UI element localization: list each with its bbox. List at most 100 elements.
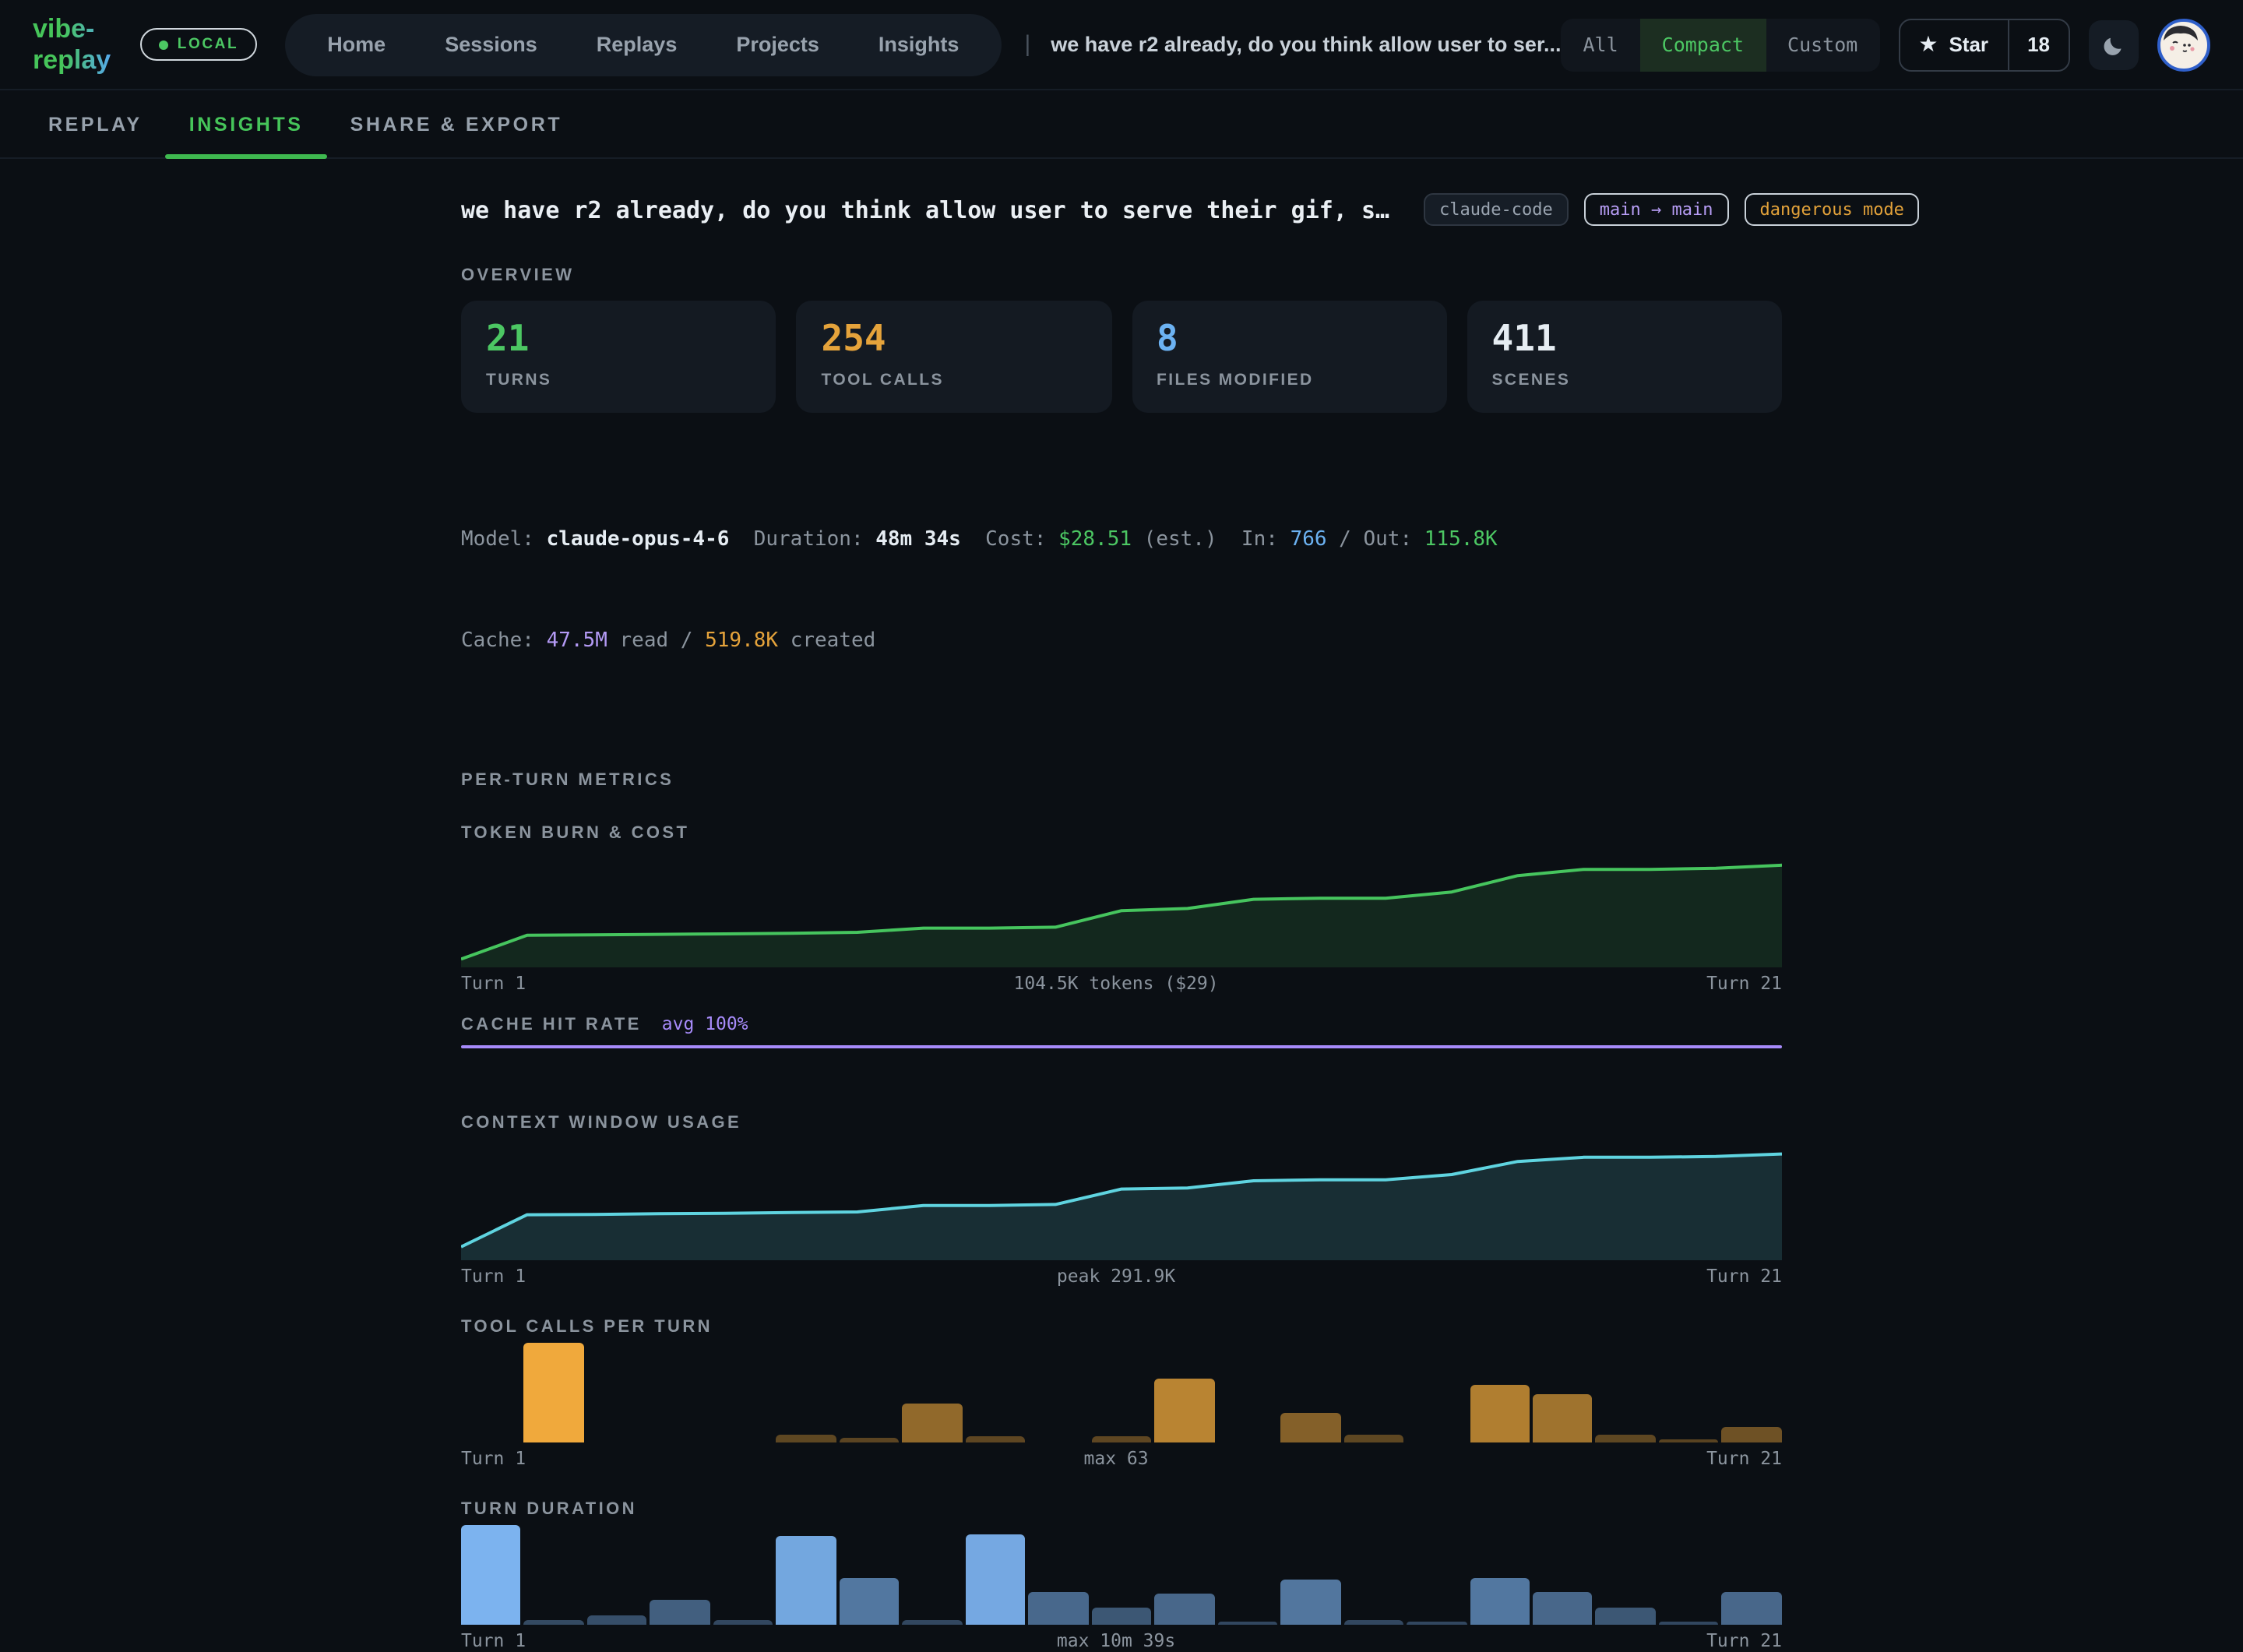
app-logo[interactable]: vibe-replay [33,13,117,76]
user-avatar[interactable] [2157,18,2210,71]
tool-calls-per-turn-turn-18[interactable] [1533,1344,1593,1443]
turn-duration-turn-13[interactable] [1217,1526,1277,1626]
meta-segment: 47.5M [547,629,607,653]
turn-duration-turn-4[interactable] [650,1526,710,1626]
turn-duration-turn-20[interactable] [1659,1526,1719,1626]
bar [1028,1591,1088,1625]
turn-duration-turn-21[interactable] [1722,1526,1782,1626]
turn-duration-turn-11[interactable] [1091,1526,1151,1626]
tool-calls-per-turn-turn-5[interactable] [713,1344,773,1443]
tool-calls-per-turn-turn-11[interactable] [1091,1344,1151,1443]
context-usage-chart[interactable] [461,1146,1782,1261]
turn-duration-turn-5[interactable] [713,1526,773,1626]
tool-calls-footer-right: Turn 21 [1706,1448,1782,1470]
tool-calls-per-turn-turn-10[interactable] [1028,1344,1088,1443]
turn-duration-chart[interactable] [461,1526,1782,1626]
tool-calls-per-turn-turn-14[interactable] [1280,1344,1340,1443]
tool-calls-per-turn-turn-15[interactable] [1343,1344,1403,1443]
turn-duration-turn-16[interactable] [1407,1526,1467,1626]
cache-hit-rate-line[interactable] [461,1046,1782,1049]
turn-duration-turn-17[interactable] [1470,1526,1530,1626]
nav-item-replays[interactable]: Replays [597,33,678,56]
bar [1722,1427,1782,1442]
tool-calls-per-turn-turn-16[interactable] [1407,1344,1467,1443]
view-toggle-compact[interactable]: Compact [1640,18,1766,71]
tool-calls-per-turn-turn-7[interactable] [840,1344,900,1443]
nav-item-projects[interactable]: Projects [736,33,819,56]
turn-duration-turn-3[interactable] [587,1526,647,1626]
turn-duration-title-text: TURN DURATION [461,1501,637,1520]
tab-share-export[interactable]: SHARE & EXPORT [327,90,586,157]
view-mode-toggle: AllCompactCustom [1562,18,1880,71]
stat-card-turns: 21TURNS [461,301,776,414]
tool-calls-title-text: TOOL CALLS PER TURN [461,1319,713,1337]
tool-calls-per-turn-turn-13[interactable] [1217,1344,1277,1443]
turn-duration-turn-12[interactable] [1154,1526,1214,1626]
bar [650,1601,710,1626]
turn-duration-turn-10[interactable] [1028,1526,1088,1626]
token-burn-chart-title: TOKEN BURN & COST [461,825,1782,844]
stat-label: TOOL CALLS [822,372,1087,390]
tool-calls-per-turn-turn-6[interactable] [776,1344,836,1443]
nav-links: Home Sessions Replays Projects Insights [285,13,1001,76]
meta-segment: 766 [1291,529,1327,552]
turn-duration-turn-2[interactable] [524,1526,584,1626]
context-usage-chart-footer: Turn 1 peak 291.9K Turn 21 [461,1266,1782,1287]
star-count[interactable]: 18 [2007,19,2069,69]
meta-segment: In: [1217,529,1291,552]
tool-calls-per-turn-turn-3[interactable] [587,1344,647,1443]
view-toggle-all[interactable]: All [1562,18,1640,71]
meta-segment: 519.8K [705,629,778,653]
bar [1091,1608,1151,1626]
tool-calls-per-turn-turn-20[interactable] [1659,1344,1719,1443]
meta-segment: read / [607,629,705,653]
turn-duration-turn-1[interactable] [461,1526,521,1626]
insights-content: we have r2 already, do you think allow u… [461,159,1782,1652]
bar [1533,1592,1593,1625]
tab-replay[interactable]: REPLAY [25,90,166,157]
tool-calls-per-turn-turn-4[interactable] [650,1344,710,1443]
tool-calls-chart-title: TOOL CALLS PER TURN [461,1319,1782,1337]
badge-dangerous-mode: dangerous mode [1745,193,1920,226]
turn-duration-turn-19[interactable] [1596,1526,1656,1626]
top-navbar: vibe-replay LOCAL HomeSessionsReplaysPro… [0,0,2243,89]
tool-calls-per-turn-turn-17[interactable] [1470,1344,1530,1443]
tool-calls-per-turn-turn-2[interactable] [524,1344,584,1443]
dark-mode-toggle[interactable] [2089,19,2139,69]
turn-duration-turn-15[interactable] [1343,1526,1403,1626]
tool-calls-per-turn-turn-12[interactable] [1154,1344,1214,1443]
navbar-session-title[interactable]: we have r2 already, do you think allow u… [1051,33,1561,56]
turn-duration-turn-18[interactable] [1533,1526,1593,1626]
bar [1470,1384,1530,1442]
bar [1722,1592,1782,1625]
turn-duration-turn-7[interactable] [840,1526,900,1626]
token-burn-chart[interactable] [461,856,1782,968]
turn-duration-turn-14[interactable] [1280,1526,1340,1626]
tab-insights[interactable]: INSIGHTS [166,90,327,157]
tool-calls-per-turn-turn-8[interactable] [903,1344,963,1443]
per-turn-heading: PER-TURN METRICS [461,772,1782,791]
github-star-button[interactable]: ★ Star 18 [1898,18,2070,71]
turn-duration-turn-8[interactable] [903,1526,963,1626]
nav-item-insights[interactable]: Insights [879,33,960,56]
nav-item-sessions[interactable]: Sessions [445,33,537,56]
stat-label: TURNS [486,372,752,390]
bar [1154,1378,1214,1442]
nav-item-home[interactable]: Home [327,33,386,56]
meta-segment: 115.8K [1424,529,1498,552]
star-button-main[interactable]: ★ Star [1900,19,2007,69]
turn-duration-turn-6[interactable] [776,1526,836,1626]
cache-hit-rate-title-text: CACHE HIT RATE [461,1016,642,1035]
tool-calls-chart[interactable] [461,1344,1782,1443]
token-burn-footer-right: Turn 21 [1706,973,1782,995]
tool-calls-per-turn-turn-21[interactable] [1722,1344,1782,1443]
turn-duration-turn-9[interactable] [966,1526,1026,1626]
tool-calls-per-turn-turn-1[interactable] [461,1344,521,1443]
tool-calls-per-turn-turn-19[interactable] [1596,1344,1656,1443]
bar [1343,1620,1403,1625]
tool-calls-per-turn-turn-9[interactable] [966,1344,1026,1443]
stat-card-tool-calls: 254TOOL CALLS [797,301,1112,414]
tool-calls-footer-center: max 63 [526,1448,1706,1470]
view-toggle-custom[interactable]: Custom [1766,18,1879,71]
bar [1533,1394,1593,1443]
